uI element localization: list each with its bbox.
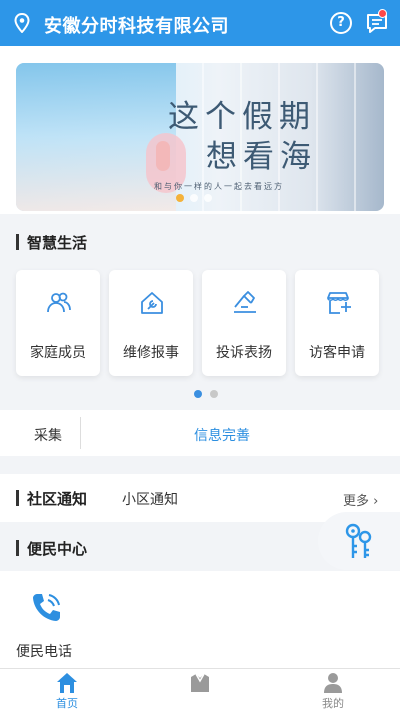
repair-icon <box>141 292 163 314</box>
banner-indicator <box>176 194 212 202</box>
card-family-members[interactable]: 家庭成员 <box>16 270 100 376</box>
message-badge <box>378 9 387 18</box>
banner-dot[interactable] <box>204 194 212 202</box>
pager-dot-active[interactable] <box>194 390 202 398</box>
smart-life-title: 智慧生活 <box>27 234 88 252</box>
info-complete-link[interactable]: 信息完善 <box>194 425 250 445</box>
user-icon <box>324 673 342 693</box>
convenience-grid: 便民电话 <box>0 571 400 668</box>
banner-dot[interactable] <box>190 194 198 202</box>
notice-title: 社区通知 <box>27 490 88 508</box>
smart-life-header: 智慧生活 <box>0 219 400 265</box>
tab-store[interactable] <box>170 669 230 710</box>
card-label: 家庭成员 <box>30 345 86 361</box>
card-label: 投诉表扬 <box>216 345 272 361</box>
company-title[interactable]: 安徽分时科技有限公司 <box>44 12 229 38</box>
top-bar: 安徽分时科技有限公司 ? <box>0 0 400 46</box>
help-icon[interactable]: ? <box>330 12 352 34</box>
visitor-icon <box>327 292 351 314</box>
collect-label: 采集 <box>34 428 62 444</box>
divider <box>80 417 81 449</box>
home-icon <box>57 673 77 693</box>
card-label: 访客申请 <box>309 345 365 361</box>
smart-life-grid: 家庭成员 维修报事 投诉表扬 访客申请 <box>16 270 379 376</box>
tab-mine[interactable]: 我的 <box>303 669 363 710</box>
location-icon[interactable] <box>14 13 30 33</box>
pager-dot[interactable] <box>210 390 218 398</box>
collect-row[interactable]: 采集 信息完善 <box>0 410 400 456</box>
bottom-tab-bar: 首页 我的 <box>0 668 400 710</box>
section-marker <box>16 540 19 556</box>
convenience-label: 便民电话 <box>16 644 72 660</box>
notice-subtitle[interactable]: 小区通知 <box>122 489 178 509</box>
family-icon <box>47 292 71 313</box>
banner-headline-1: 这个假期 <box>168 99 316 135</box>
grid-pager <box>194 390 218 398</box>
convenience-title: 便民中心 <box>27 540 88 558</box>
banner-tagline: 和与你一样的人一起去看远方 <box>154 182 284 191</box>
card-repair[interactable]: 维修报事 <box>109 270 193 376</box>
card-visitor[interactable]: 访客申请 <box>295 270 379 376</box>
section-marker <box>16 490 19 506</box>
section-marker <box>16 234 19 250</box>
banner-section: 这个假期 想看海 和与你一样的人一起去看远方 <box>0 46 400 214</box>
phone-icon <box>33 594 60 621</box>
complaint-icon <box>234 291 256 313</box>
more-link[interactable]: 更多 › <box>343 490 378 509</box>
key-icon <box>345 523 372 558</box>
card-complaint[interactable]: 投诉表扬 <box>202 270 286 376</box>
banner-dot-active[interactable] <box>176 194 184 202</box>
store-icon <box>191 673 209 692</box>
tab-label: 我的 <box>322 697 344 710</box>
floating-key-button[interactable] <box>318 512 400 570</box>
banner-headline-2: 想看海 <box>206 139 317 175</box>
banner-carousel[interactable]: 这个假期 想看海 和与你一样的人一起去看远方 <box>16 63 384 211</box>
tab-label: 首页 <box>56 697 78 710</box>
card-label: 维修报事 <box>123 345 179 361</box>
tab-home[interactable]: 首页 <box>37 669 97 710</box>
banner-hand <box>156 141 170 171</box>
